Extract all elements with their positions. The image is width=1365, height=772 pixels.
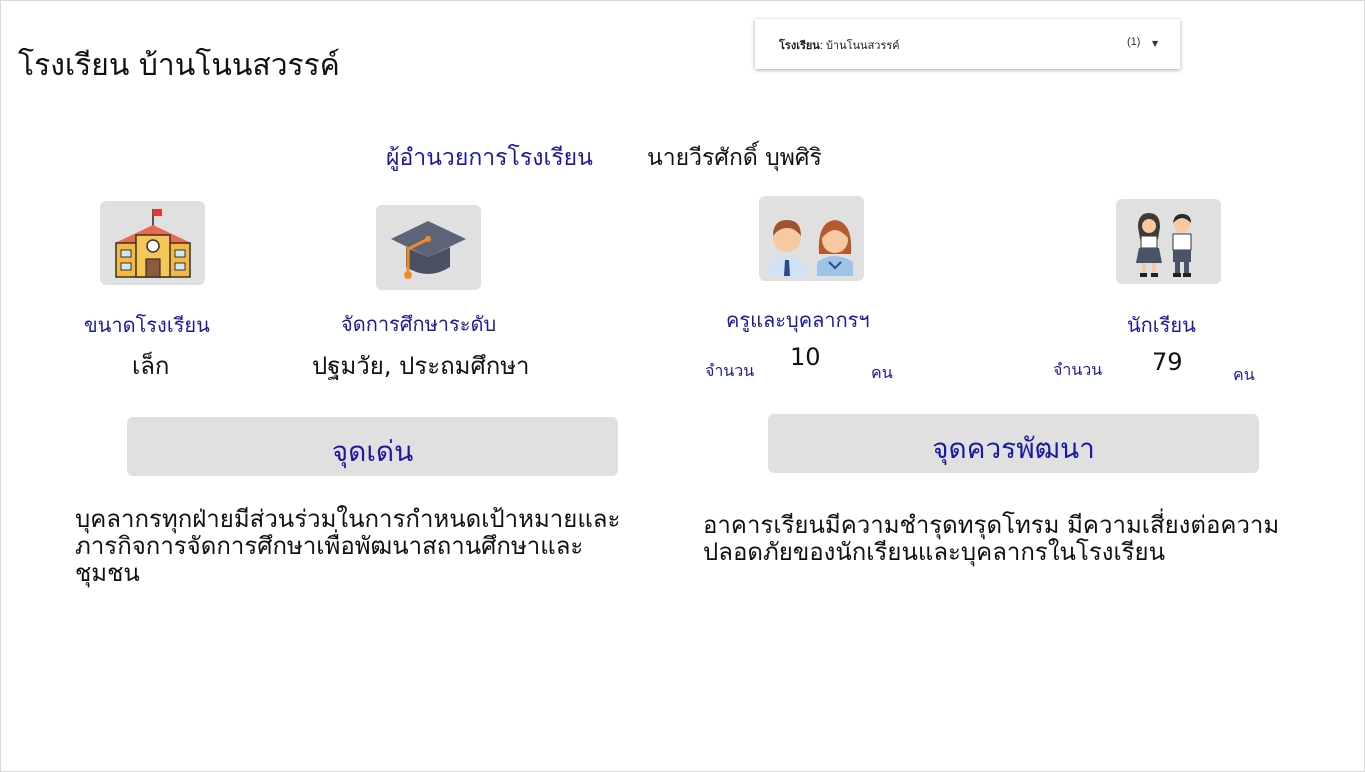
students-icon — [1116, 199, 1221, 284]
director-label: ผู้อำนวยการโรงเรียน — [386, 145, 593, 171]
teachers-icon — [759, 196, 864, 281]
strengths-title: จุดเด่น — [331, 435, 414, 468]
strengths-line: ชุมชน — [75, 559, 140, 587]
strengths-header: จุดเด่น — [127, 417, 618, 476]
teachers-label: ครูและบุคลากรฯ — [726, 308, 870, 332]
filter-label: โรงเรียน: บ้านโนนสวรรค์ — [779, 40, 900, 52]
filter-selection-count: (1) — [1127, 36, 1141, 48]
education-level-value: ปฐมวัย, ประถมศึกษา — [312, 352, 530, 380]
school-building-icon — [100, 201, 205, 285]
improvements-line: ปลอดภัยของนักเรียนและบุคลากรในโรงเรียน — [703, 538, 1166, 566]
students-count: 79 — [1152, 348, 1183, 376]
teachers-count-prefix: จำนวน — [705, 361, 755, 380]
filter-field-name: โรงเรียน — [779, 40, 820, 52]
improvements-title: จุดควรพัฒนา — [932, 432, 1095, 465]
students-count-prefix: จำนวน — [1053, 360, 1103, 379]
teachers-count: 10 — [790, 343, 821, 371]
school-size-label: ขนาดโรงเรียน — [84, 313, 210, 337]
chevron-down-icon[interactable]: ▼ — [1152, 39, 1158, 48]
education-level-label: จัดการศึกษาระดับ — [341, 312, 497, 336]
improvements-line: อาคารเรียนมีความชำรุดทรุดโทรม มีความเสี่… — [703, 511, 1280, 539]
strengths-text: บุคลากรทุกฝ่ายมีส่วนร่วมในการกำหนดเป้าหม… — [75, 506, 685, 587]
school-size-value: เล็ก — [132, 352, 170, 380]
strengths-line: ภารกิจการจัดการศึกษาเพื่อพัฒนาสถานศึกษาแ… — [75, 532, 584, 560]
strengths-line: บุคลากรทุกฝ่ายมีส่วนร่วมในการกำหนดเป้าหม… — [75, 505, 621, 533]
students-label: นักเรียน — [1127, 313, 1196, 337]
director-name: นายวีรศักดิ์ บุพศิริ — [647, 145, 822, 171]
page-title: โรงเรียน บ้านโนนสวรรค์ — [18, 48, 340, 83]
report-canvas — [0, 0, 1365, 772]
school-filter-dropdown[interactable]: โรงเรียน: บ้านโนนสวรรค์ (1) ▼ — [755, 19, 1180, 69]
teachers-unit: คน — [871, 363, 893, 382]
filter-selected-value: บ้านโนนสวรรค์ — [825, 40, 900, 52]
improvements-text: อาคารเรียนมีความชำรุดทรุดโทรม มีความเสี่… — [703, 512, 1343, 566]
graduation-cap-icon — [376, 205, 481, 290]
improvements-header: จุดควรพัฒนา — [768, 414, 1259, 473]
students-unit: คน — [1233, 365, 1255, 384]
